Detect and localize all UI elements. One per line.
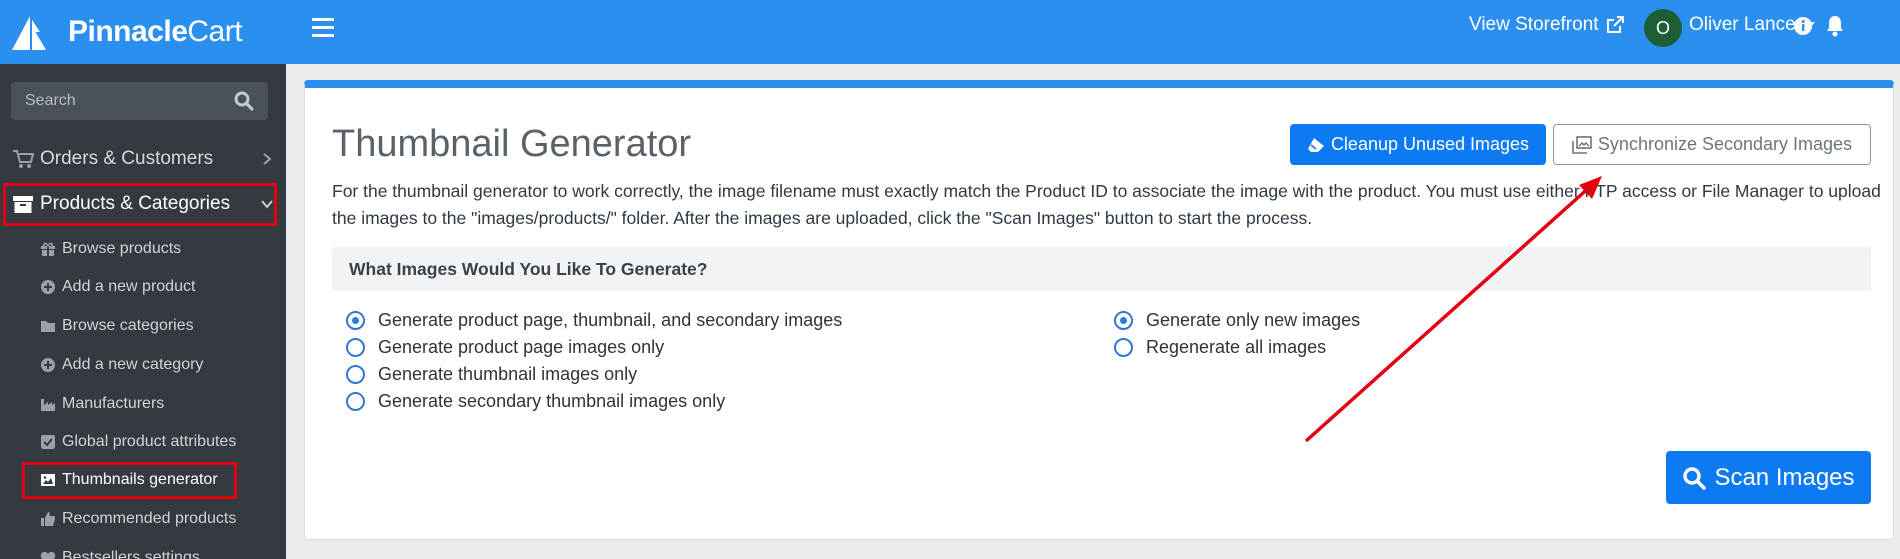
industry-icon [40, 396, 56, 412]
radio-indicator[interactable] [346, 311, 365, 330]
radio-only-new[interactable]: Generate only new images [1114, 310, 1360, 331]
synchronize-secondary-images-button[interactable]: Synchronize Secondary Images [1553, 124, 1871, 165]
sidebar: PinnacleCart Orders & Customers Products… [0, 0, 286, 559]
sidebar-sub-label: Bestsellers settings [62, 549, 200, 559]
radio-secondary-only[interactable]: Generate secondary thumbnail images only [346, 391, 725, 412]
avatar[interactable]: O [1644, 9, 1682, 47]
sidebar-sub-browse-categories[interactable]: Browse categories [40, 311, 194, 341]
sidebar-sub-label: Manufacturers [62, 395, 165, 412]
radio-label: Generate thumbnail images only [378, 364, 638, 384]
sidebar-sub-label: Browse categories [62, 317, 194, 334]
radio-indicator[interactable] [1114, 338, 1133, 357]
sidebar-sub-label: Global product attributes [62, 433, 237, 450]
sidebar-item-orders[interactable]: Orders & Customers [0, 137, 286, 181]
radio-label: Generate secondary thumbnail images only [378, 391, 726, 411]
brand-name: PinnacleCart [68, 15, 243, 48]
scan-label: Scan Images [1714, 463, 1855, 491]
check-square-icon [40, 434, 56, 450]
page-title: Thumbnail Generator [332, 123, 692, 165]
bell-icon[interactable] [1824, 14, 1846, 38]
cart-icon [12, 149, 34, 169]
info-icon[interactable] [1792, 15, 1814, 37]
sidebar-sub-label: Add a new category [62, 356, 204, 373]
sidebar-sub-label: Recommended products [62, 510, 237, 527]
sidebar-item-products[interactable]: Products & Categories [0, 182, 286, 226]
search-input[interactable] [25, 92, 234, 110]
radio-regenerate-all[interactable]: Regenerate all images [1114, 337, 1326, 358]
plus-circle-icon [40, 357, 56, 373]
sidebar-sub-global-attributes[interactable]: Global product attributes [40, 427, 236, 457]
thumbs-up-icon [40, 511, 56, 527]
sidebar-sub-add-category[interactable]: Add a new category [40, 350, 203, 380]
radio-indicator[interactable] [346, 365, 365, 384]
sidebar-sub-recommended[interactable]: Recommended products [40, 504, 236, 534]
folder-icon [40, 318, 56, 334]
sidebar-sub-add-product[interactable]: Add a new product [40, 272, 195, 302]
sidebar-item-label: Products & Categories [40, 193, 231, 214]
cleanup-label: Cleanup Unused Images [1330, 134, 1530, 154]
topbar: View Storefront O Oliver Lance [286, 0, 1900, 64]
plus-circle-icon [40, 279, 56, 295]
logo-icon [12, 16, 46, 50]
radio-label: Regenerate all images [1146, 337, 1327, 357]
images-icon [1572, 135, 1592, 154]
sidebar-search [11, 82, 268, 120]
heart-icon [40, 550, 56, 559]
scan-images-button[interactable]: Scan Images [1666, 451, 1871, 504]
sidebar-sub-thumbnails-generator[interactable]: Thumbnails generator [40, 465, 218, 495]
image-icon [40, 472, 56, 488]
sidebar-sub-label: Add a new product [62, 278, 196, 295]
radio-indicator[interactable] [1114, 311, 1133, 330]
sidebar-sub-label: Browse products [62, 240, 182, 257]
description-text: For the thumbnail generator to work corr… [332, 181, 1881, 228]
chevron-down-icon [261, 200, 273, 209]
user-name: Oliver Lance [1689, 14, 1796, 35]
radio-all-images[interactable]: Generate product page, thumbnail, and se… [346, 310, 842, 331]
sidebar-sub-label: Thumbnails generator [62, 471, 218, 488]
cleanup-unused-images-button[interactable]: Cleanup Unused Images [1290, 124, 1546, 165]
thumbnail-generator-card: Thumbnail Generator Cleanup Unused Image… [304, 80, 1894, 540]
view-storefront-link[interactable]: View Storefront [1469, 14, 1625, 36]
logo[interactable]: PinnacleCart [0, 0, 286, 64]
sidebar-item-label: Orders & Customers [40, 148, 214, 169]
radio-product-page-only[interactable]: Generate product page images only [346, 337, 664, 358]
gift-icon [40, 241, 56, 257]
radio-indicator[interactable] [346, 338, 365, 357]
section-heading: What Images Would You Like To Generate? [332, 247, 1871, 291]
radio-label: Generate only new images [1146, 310, 1361, 330]
eraser-icon [1307, 137, 1324, 152]
sidebar-sub-bestsellers[interactable]: Bestsellers settings [40, 543, 200, 559]
hamburger-menu-icon[interactable] [312, 17, 336, 39]
radio-label: Generate product page, thumbnail, and se… [378, 310, 843, 330]
sidebar-sub-manufacturers[interactable]: Manufacturers [40, 389, 164, 419]
search-icon[interactable] [234, 91, 254, 111]
radio-label: Generate product page images only [378, 337, 665, 357]
search-icon [1683, 466, 1707, 490]
storefront-label: View Storefront [1469, 14, 1599, 35]
chevron-right-icon [263, 153, 272, 165]
sidebar-sub-browse-products[interactable]: Browse products [40, 234, 181, 264]
sync-label: Synchronize Secondary Images [1597, 134, 1853, 154]
external-link-icon [1606, 16, 1624, 33]
radio-indicator[interactable] [346, 392, 365, 411]
archive-icon [12, 194, 34, 214]
radio-thumbnail-only[interactable]: Generate thumbnail images only [346, 364, 637, 385]
